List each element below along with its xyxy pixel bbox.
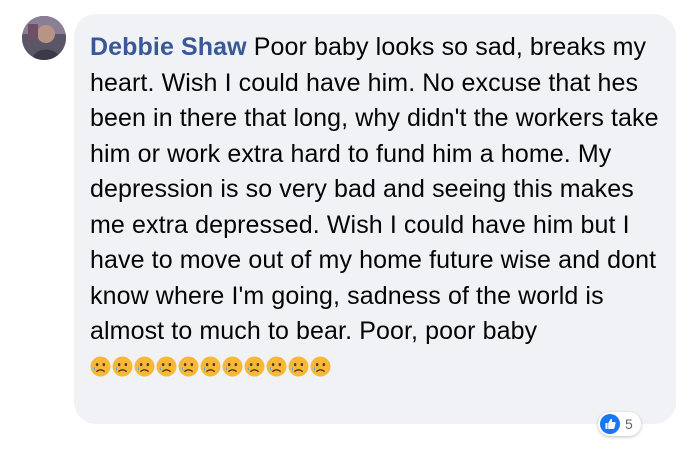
crying-face-icon bbox=[112, 356, 133, 376]
crying-face-icon bbox=[222, 356, 243, 376]
reaction-count: 5 bbox=[625, 416, 633, 432]
crying-face-icon bbox=[134, 356, 155, 376]
crying-face-icon bbox=[178, 356, 199, 376]
crying-face-icon bbox=[90, 356, 111, 376]
crying-face-icon bbox=[266, 356, 287, 376]
crying-face-icon bbox=[288, 356, 309, 376]
comment: Debbie Shaw Poor baby looks so sad, brea… bbox=[0, 0, 700, 453]
author-name[interactable]: Debbie Shaw bbox=[90, 33, 247, 61]
crying-face-icon bbox=[156, 356, 177, 376]
crying-face-icon bbox=[200, 356, 221, 376]
avatar[interactable] bbox=[22, 16, 66, 60]
comment-bubble: Debbie Shaw Poor baby looks so sad, brea… bbox=[74, 14, 676, 424]
crying-face-icon bbox=[244, 356, 265, 376]
crying-face-icon bbox=[310, 356, 331, 376]
like-icon bbox=[600, 414, 620, 434]
comment-body: Poor baby looks so sad, breaks my heart.… bbox=[90, 33, 659, 345]
comment-text: Debbie Shaw Poor baby looks so sad, brea… bbox=[90, 30, 670, 385]
reaction-summary[interactable]: 5 bbox=[598, 412, 641, 436]
emoji-row bbox=[90, 353, 332, 381]
